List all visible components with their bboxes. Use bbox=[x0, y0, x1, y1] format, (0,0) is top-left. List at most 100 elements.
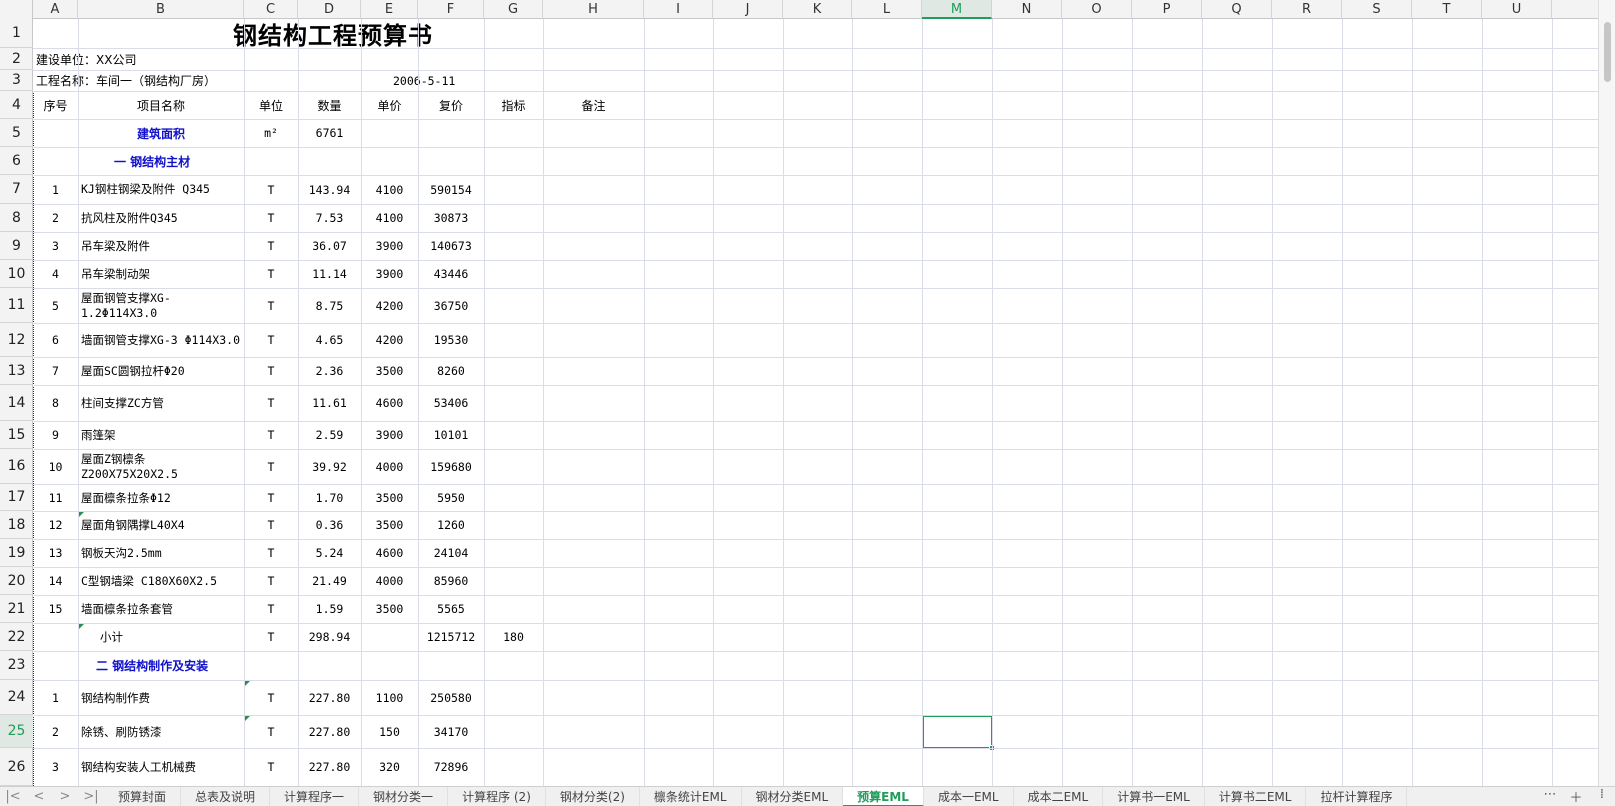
row-header-8[interactable]: 8 bbox=[0, 204, 33, 232]
row-header-20[interactable]: 20 bbox=[0, 567, 33, 595]
row-header-14[interactable]: 14 bbox=[0, 385, 33, 421]
column-header-s[interactable]: S bbox=[1342, 0, 1412, 19]
sheet-tab[interactable]: 檩条统计EML bbox=[640, 786, 742, 806]
item-name[interactable]: 除锈、刷防锈漆 bbox=[78, 715, 244, 748]
item-unit[interactable]: T bbox=[244, 449, 298, 484]
item-unit[interactable]: T bbox=[244, 680, 298, 715]
item-price[interactable]: 4200 bbox=[361, 323, 418, 357]
column-header-o[interactable]: O bbox=[1062, 0, 1132, 19]
item-qty[interactable]: 8.75 bbox=[298, 288, 361, 323]
item-name[interactable]: 钢板天沟2.5mm bbox=[78, 539, 244, 567]
item-price[interactable]: 4000 bbox=[361, 449, 418, 484]
item-name[interactable]: 屋面钢管支撑XG-1.2Φ114X3.0 bbox=[78, 288, 244, 323]
item-unit[interactable]: T bbox=[244, 421, 298, 449]
row-header-25[interactable]: 25 bbox=[0, 715, 33, 748]
item-total[interactable]: 5565 bbox=[418, 595, 484, 623]
header-cell[interactable]: 指标 bbox=[484, 91, 543, 119]
section-2-title[interactable]: 二 钢结构制作及安装 bbox=[78, 651, 244, 680]
item-qty[interactable]: 11.61 bbox=[298, 385, 361, 421]
item-no[interactable]: 2 bbox=[33, 204, 78, 232]
spreadsheet-area[interactable]: ABCDEFGHIJKLMNOPQRSTU 1 2 3 4 5 6 7 8 9 10 11 12 13 1… bbox=[0, 0, 1615, 786]
row-header-26[interactable]: 26 bbox=[0, 748, 33, 786]
area-qty[interactable]: 6761 bbox=[298, 119, 361, 147]
item-qty[interactable]: 36.07 bbox=[298, 232, 361, 260]
item-no[interactable]: 2 bbox=[33, 715, 78, 748]
row-header-11[interactable]: 11 bbox=[0, 288, 33, 323]
item-name[interactable]: 屋面檩条拉条Φ12 bbox=[78, 484, 244, 511]
item-no[interactable]: 3 bbox=[33, 748, 78, 786]
item-name[interactable]: 吊车梁及附件 bbox=[78, 232, 244, 260]
sheet-tab[interactable]: 计算书二EML bbox=[1205, 786, 1307, 806]
item-unit[interactable]: T bbox=[244, 748, 298, 786]
item-qty[interactable]: 39.92 bbox=[298, 449, 361, 484]
item-total[interactable]: 30873 bbox=[418, 204, 484, 232]
subtotal-unit[interactable]: T bbox=[244, 623, 298, 651]
column-header-l[interactable]: L bbox=[852, 0, 922, 19]
header-cell[interactable]: 单位 bbox=[244, 91, 298, 119]
item-total[interactable]: 590154 bbox=[418, 175, 484, 204]
row-header-2[interactable]: 2 bbox=[0, 48, 33, 70]
row-header-13[interactable]: 13 bbox=[0, 357, 33, 385]
row-header-18[interactable]: 18 bbox=[0, 511, 33, 539]
item-no[interactable]: 5 bbox=[33, 288, 78, 323]
row-header-3[interactable]: 3 bbox=[0, 70, 33, 91]
item-qty[interactable]: 1.70 bbox=[298, 484, 361, 511]
item-price[interactable]: 4000 bbox=[361, 567, 418, 595]
column-header-m[interactable]: M bbox=[922, 0, 992, 19]
item-unit[interactable]: T bbox=[244, 204, 298, 232]
sheet-tab[interactable]: 预算EML bbox=[843, 786, 924, 806]
item-no[interactable]: 4 bbox=[33, 260, 78, 288]
add-sheet-icon[interactable]: ＋ bbox=[1563, 787, 1589, 806]
header-cell[interactable]: 序号 bbox=[33, 91, 78, 119]
item-price[interactable]: 320 bbox=[361, 748, 418, 786]
item-price[interactable]: 4600 bbox=[361, 539, 418, 567]
more-sheets-icon[interactable]: ⋯ bbox=[1537, 787, 1563, 806]
item-total[interactable]: 43446 bbox=[418, 260, 484, 288]
item-qty[interactable]: 21.49 bbox=[298, 567, 361, 595]
sheet-tab[interactable]: 计算程序一 bbox=[270, 786, 360, 806]
sheet-tab[interactable]: 成本一EML bbox=[924, 786, 1014, 806]
client-cell[interactable]: 建设单位：XX公司 bbox=[33, 48, 244, 70]
item-no[interactable]: 3 bbox=[33, 232, 78, 260]
item-unit[interactable]: T bbox=[244, 539, 298, 567]
column-header-c[interactable]: C bbox=[244, 0, 298, 19]
subtotal-qty[interactable]: 298.94 bbox=[298, 623, 361, 651]
item-no[interactable]: 8 bbox=[33, 385, 78, 421]
item-name[interactable]: 钢结构制作费 bbox=[78, 680, 244, 715]
cell-grid[interactable]: 钢结构工程预算书 建设单位：XX公司 工程名称：车间一（钢结构厂房） 2006-5-1… bbox=[33, 19, 1598, 786]
item-total[interactable]: 8260 bbox=[418, 357, 484, 385]
column-header-n[interactable]: N bbox=[992, 0, 1062, 19]
item-unit[interactable]: T bbox=[244, 567, 298, 595]
item-name[interactable]: 吊车梁制动架 bbox=[78, 260, 244, 288]
row-header-10[interactable]: 10 bbox=[0, 260, 33, 288]
row-header-4[interactable]: 4 bbox=[0, 91, 33, 119]
item-qty[interactable]: 11.14 bbox=[298, 260, 361, 288]
item-total[interactable]: 72896 bbox=[418, 748, 484, 786]
column-header-a[interactable]: A bbox=[33, 0, 78, 19]
header-cell[interactable]: 项目名称 bbox=[78, 91, 244, 119]
item-price[interactable]: 3500 bbox=[361, 484, 418, 511]
item-unit[interactable]: T bbox=[244, 595, 298, 623]
column-header-i[interactable]: I bbox=[644, 0, 713, 19]
column-header-r[interactable]: R bbox=[1272, 0, 1342, 19]
item-unit[interactable]: T bbox=[244, 715, 298, 748]
sheet-tab[interactable]: 拉杆计算程序 bbox=[1306, 786, 1408, 806]
item-qty[interactable]: 0.36 bbox=[298, 511, 361, 539]
item-qty[interactable]: 4.65 bbox=[298, 323, 361, 357]
sheet-title[interactable]: 钢结构工程预算书 bbox=[230, 19, 490, 50]
column-header-j[interactable]: J bbox=[713, 0, 783, 19]
section-1-title[interactable]: 一 钢结构主材 bbox=[78, 147, 244, 175]
row-header-23[interactable]: 23 bbox=[0, 651, 33, 680]
item-unit[interactable]: T bbox=[244, 385, 298, 421]
item-name[interactable]: 屋面SC圆钢拉杆Φ20 bbox=[78, 357, 244, 385]
column-header-e[interactable]: E bbox=[361, 0, 418, 19]
next-sheet-icon[interactable]: > bbox=[52, 789, 78, 804]
last-sheet-icon[interactable]: >| bbox=[78, 789, 104, 804]
selected-cell[interactable] bbox=[922, 715, 993, 749]
item-price[interactable]: 3900 bbox=[361, 260, 418, 288]
item-no[interactable]: 7 bbox=[33, 357, 78, 385]
row-header-6[interactable]: 6 bbox=[0, 147, 33, 175]
item-total[interactable]: 36750 bbox=[418, 288, 484, 323]
column-header-u[interactable]: U bbox=[1482, 0, 1552, 19]
item-price[interactable]: 3900 bbox=[361, 421, 418, 449]
